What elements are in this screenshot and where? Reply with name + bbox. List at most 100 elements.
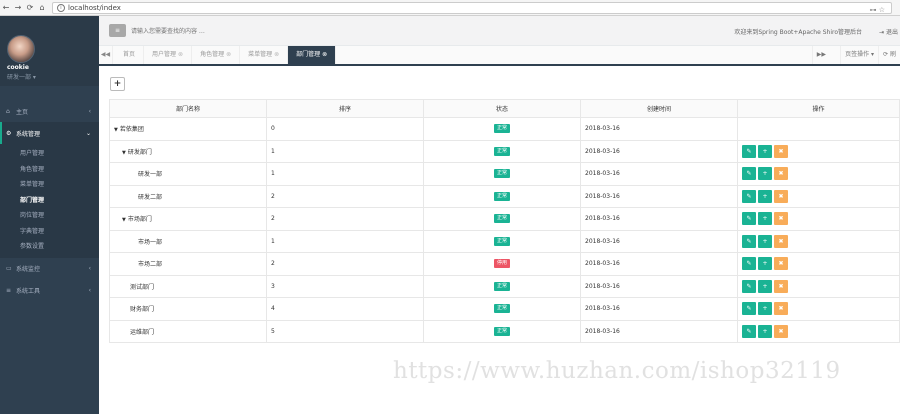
status-cell: 正常 [423,139,581,163]
add-child-button[interactable]: + [758,167,772,181]
refresh-button[interactable]: ⟳ 刷 [878,46,900,64]
submenu-item-departments[interactable]: 部门管理 [0,193,99,209]
add-child-button[interactable]: + [758,212,772,226]
edit-button[interactable]: ✎ [742,324,756,338]
edit-button[interactable]: ✎ [742,212,756,226]
sort-cell: 1 [266,229,424,253]
tab-label: 部门管理 [296,51,321,58]
edit-button[interactable]: ✎ [742,167,756,181]
sidebar-item-system-monitor[interactable]: ▭ 系统监控 ‹ [0,258,99,280]
sidebar-toggle-button[interactable]: ≡ [109,24,126,37]
close-icon[interactable]: ⊗ [274,51,279,58]
add-child-button[interactable]: + [758,144,772,158]
close-icon[interactable]: ⊗ [322,51,327,58]
status-cell: 正常 [423,274,581,298]
info-icon[interactable]: i [57,4,65,12]
sort-cell: 2 [266,184,424,208]
operations-cell: ✎ + ✖ [737,319,900,343]
dept-name: 若依集团 [119,126,144,134]
tab-departments[interactable]: 部门管理 ⊗ [288,46,337,64]
page-tabs: 首页 用户管理 ⊗ 角色管理 ⊗ 菜单管理 ⊗ 部门管理 ⊗ [115,46,337,64]
tab-roles[interactable]: 角色管理 ⊗ [192,46,241,64]
submenu-item-dictionary[interactable]: 字典管理 [0,224,99,240]
submenu-item-menus[interactable]: 菜单管理 [0,177,99,193]
address-bar[interactable]: i localhost/index ⊶ ☆ [52,2,892,14]
dept-name: 研发二部 [138,193,163,201]
edit-button[interactable]: ✎ [742,257,756,271]
sidebar-item-home[interactable]: ⌂ 主页 ‹ [0,100,99,122]
table-row[interactable]: 市场一部 1 正常 2018-03-16 ✎ + ✖ [109,229,900,253]
add-child-button[interactable]: + [758,302,772,316]
table-row[interactable]: 运维部门 5 正常 2018-03-16 ✎ + ✖ [109,319,900,343]
chevron-left-icon: ‹ [88,107,91,115]
submenu-item-users[interactable]: 用户管理 [0,146,99,162]
add-child-button[interactable]: + [758,234,772,248]
add-child-button[interactable]: + [758,257,772,271]
edit-button[interactable]: ✎ [742,302,756,316]
department-tree-table: 部门名称 排序 状态 创建时间 操作 ▼ 若依集团 0 正常 2018-03-16… [109,99,900,343]
delete-button[interactable]: ✖ [774,257,788,271]
delete-button[interactable]: ✖ [774,189,788,203]
table-row[interactable]: 研发一部 1 正常 2018-03-16 ✎ + ✖ [109,162,900,186]
delete-button[interactable]: ✖ [774,279,788,293]
delete-button[interactable]: ✖ [774,144,788,158]
tab-operations-dropdown[interactable]: 页签操作 ▾ [840,46,878,64]
delete-button[interactable]: ✖ [774,324,788,338]
table-row[interactable]: 测试部门 3 正常 2018-03-16 ✎ + ✖ [109,274,900,298]
sidebar-item-system-management[interactable]: ⚙ 系统管理 ⌄ [0,122,99,144]
operations-cell: ✎ + ✖ [737,229,900,253]
search-input[interactable] [131,25,331,37]
status-badge: 正常 [493,214,510,224]
reload-icon[interactable]: ⟳ [24,3,36,12]
add-child-button[interactable]: + [758,279,772,293]
edit-button[interactable]: ✎ [742,189,756,203]
home-icon[interactable]: ⌂ [36,3,48,12]
table-row[interactable]: 研发二部 2 正常 2018-03-16 ✎ + ✖ [109,184,900,208]
tab-menus[interactable]: 菜单管理 ⊗ [240,46,289,64]
delete-button[interactable]: ✖ [774,234,788,248]
submenu-item-posts[interactable]: 岗位管理 [0,208,99,224]
tab-users[interactable]: 用户管理 ⊗ [144,46,193,64]
table-row[interactable]: 市场二部 2 停用 2018-03-16 ✎ + ✖ [109,252,900,276]
user-profile: cookie 研发一部 ▾ [0,16,99,86]
bookmark-icon[interactable]: ⊶ ☆ [869,6,885,14]
add-child-button[interactable]: + [758,324,772,338]
avatar[interactable] [7,35,35,63]
status-badge: 正常 [493,191,510,201]
edit-button[interactable]: ✎ [742,144,756,158]
tab-label: 首页 [123,51,136,58]
table-row[interactable]: ▼ 市场部门 2 正常 2018-03-16 ✎ + ✖ [109,207,900,231]
add-department-button[interactable]: + [110,77,125,91]
delete-button[interactable]: ✖ [774,212,788,226]
expand-caret-icon[interactable]: ▼ [122,150,126,156]
expand-caret-icon[interactable]: ▼ [122,217,126,223]
tabs-scroll-left-icon[interactable]: ◀◀ [99,46,113,64]
expand-caret-icon[interactable]: ▼ [114,127,118,133]
add-child-button[interactable]: + [758,189,772,203]
edit-button[interactable]: ✎ [742,279,756,293]
dept-name-cell: ▼ 市场部门 [109,207,267,231]
dept-name: 研发部门 [127,148,152,156]
table-row[interactable]: 财务部门 4 正常 2018-03-16 ✎ + ✖ [109,297,900,321]
status-badge: 正常 [493,236,510,246]
status-cell: 停用 [423,252,581,276]
close-icon[interactable]: ⊗ [226,51,231,58]
user-dept-dropdown[interactable]: 研发一部 ▾ [7,72,36,81]
sort-cell: 1 [266,139,424,163]
table-row[interactable]: ▼ 若依集团 0 正常 2018-03-16 [109,117,900,141]
tabs-scroll-right-icon[interactable]: ▶▶ [811,46,830,64]
sidebar: cookie 研发一部 ▾ ⌂ 主页 ‹ ⚙ 系统管理 ⌄ 用户管理 角色管理 … [0,16,99,414]
back-icon[interactable]: ← [0,3,12,12]
logout-button[interactable]: ⇥ 退出 [879,27,898,36]
forward-icon[interactable]: → [12,3,24,12]
sidebar-item-label: 系统工具 [16,288,41,295]
edit-button[interactable]: ✎ [742,234,756,248]
close-icon[interactable]: ⊗ [178,51,183,58]
delete-button[interactable]: ✖ [774,302,788,316]
delete-button[interactable]: ✖ [774,167,788,181]
submenu-item-roles[interactable]: 角色管理 [0,162,99,178]
sidebar-item-system-tools[interactable]: ≡ 系统工具 ‹ [0,280,99,302]
tab-home[interactable]: 首页 [115,46,145,64]
table-row[interactable]: ▼ 研发部门 1 正常 2018-03-16 ✎ + ✖ [109,139,900,163]
submenu-item-parameters[interactable]: 参数设置 [0,239,99,255]
